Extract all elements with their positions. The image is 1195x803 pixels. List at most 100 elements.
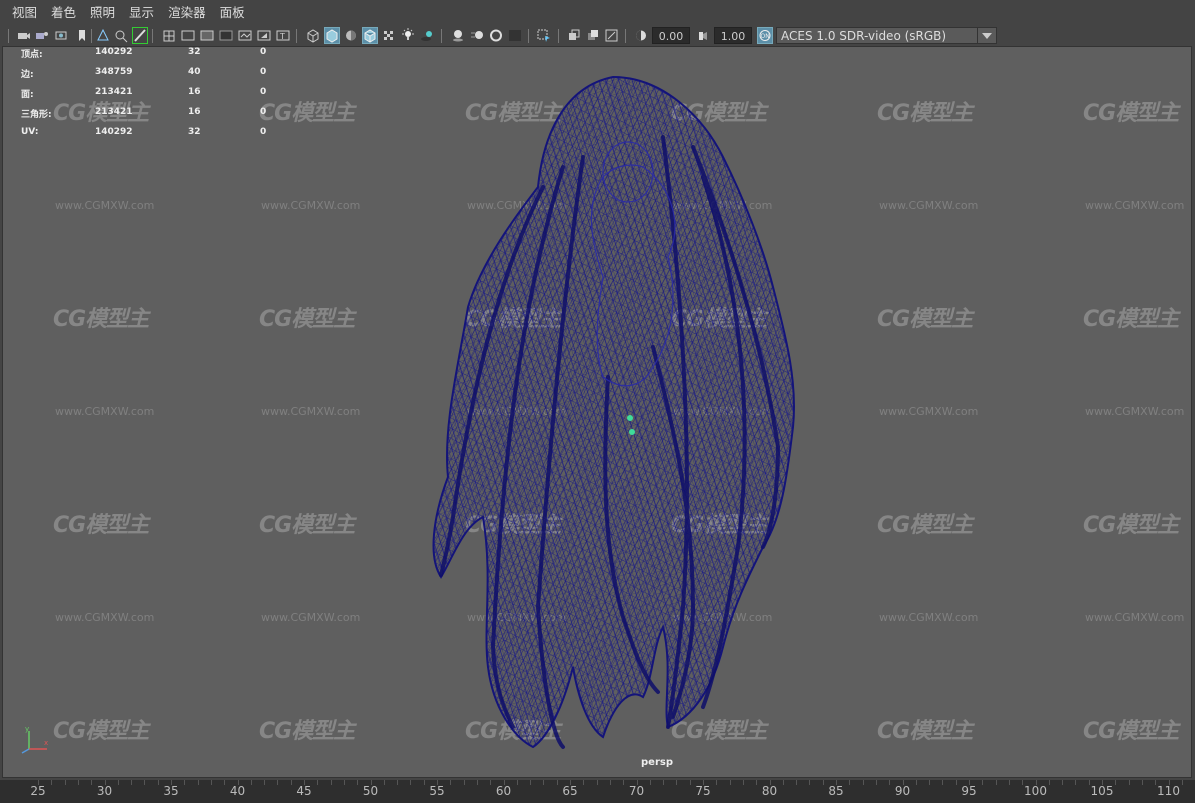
smooth-shade-all-icon[interactable] — [324, 27, 340, 44]
hud-value: 16 — [188, 87, 201, 97]
hud-value: 32 — [188, 47, 201, 57]
default-material-icon[interactable] — [344, 28, 358, 43]
time-tick-mark — [689, 780, 691, 785]
xray-active-components-icon[interactable] — [605, 28, 619, 43]
hud-value: 213421 — [95, 87, 133, 97]
camera-attributes-icon[interactable] — [35, 28, 49, 43]
depth-of-field-icon[interactable] — [508, 28, 522, 43]
resolution-gate-icon[interactable] — [200, 28, 214, 43]
time-tick-label: 95 — [961, 784, 977, 798]
time-tick-mark — [756, 780, 758, 785]
shadows-icon[interactable] — [420, 28, 434, 43]
time-tick-mark — [397, 780, 399, 785]
film-gate-icon[interactable] — [181, 28, 195, 43]
screen-space-ao-icon[interactable] — [451, 28, 465, 43]
chevron-down-icon — [977, 28, 996, 43]
color-management-icon[interactable]: ON — [757, 27, 773, 44]
time-tick-mark — [423, 780, 425, 785]
time-tick-mark — [1075, 780, 1077, 785]
safe-title-icon[interactable]: T — [276, 28, 290, 43]
time-tick-mark — [796, 780, 798, 785]
time-tick-mark — [703, 780, 704, 785]
viewport-menubar: 视图 着色 照明 显示 渲染器 面板 — [0, 0, 1195, 26]
time-tick-mark — [1062, 780, 1064, 785]
time-tick-mark — [343, 780, 345, 785]
separator — [558, 29, 559, 43]
hud-value: 0 — [260, 47, 267, 57]
time-tick-mark — [1048, 780, 1050, 785]
time-tick-mark — [383, 780, 385, 785]
hud-value: 16 — [188, 107, 201, 117]
exposure-icon[interactable] — [634, 28, 648, 43]
time-tick-mark — [51, 780, 53, 785]
time-tick-mark — [556, 780, 558, 785]
hud-value: 140292 — [95, 47, 133, 57]
hud-value: 0 — [260, 127, 267, 137]
gamma-icon[interactable] — [696, 28, 710, 43]
wireframe-on-shaded-icon[interactable] — [362, 27, 378, 44]
time-tick-label: 55 — [429, 784, 445, 798]
exposure-field[interactable]: 0.00 — [652, 27, 690, 44]
time-tick-mark — [450, 780, 452, 785]
menu-renderer[interactable]: 渲染器 — [161, 0, 213, 26]
menu-show[interactable]: 显示 — [122, 0, 161, 26]
perspective-viewport[interactable]: CG模型主 www.CGMXW.com CG模型主 www.CGMXW.com CG模型… — [2, 46, 1192, 778]
pivot-manipulator — [627, 415, 633, 421]
svg-text:T: T — [279, 32, 285, 41]
bookmark-icon[interactable] — [75, 28, 89, 43]
time-tick-mark — [463, 780, 465, 785]
menu-lighting[interactable]: 照明 — [83, 0, 122, 26]
hud-value: 0 — [260, 107, 267, 117]
time-tick-label: 40 — [229, 784, 246, 798]
use-all-lights-icon[interactable] — [401, 28, 415, 43]
time-tick-mark — [77, 780, 79, 785]
field-chart-icon[interactable] — [238, 28, 252, 43]
time-tick-mark — [1155, 780, 1157, 785]
time-tick-mark — [530, 780, 532, 785]
time-tick-mark — [64, 780, 66, 785]
axis-gizmo-icon: x y — [21, 725, 48, 754]
time-tick-label: 35 — [163, 784, 179, 798]
gamma-field[interactable]: 1.00 — [714, 27, 752, 44]
multisample-aa-icon[interactable] — [489, 28, 503, 43]
time-tick-mark — [250, 780, 252, 785]
xray-joints-icon[interactable] — [586, 28, 600, 43]
image-plane-icon[interactable] — [96, 28, 110, 43]
time-tick-label: 110 — [1157, 784, 1180, 798]
time-tick-mark — [1168, 780, 1170, 785]
time-tick-mark — [264, 780, 266, 785]
hud-value: 40 — [188, 67, 201, 77]
motion-blur-icon[interactable] — [470, 28, 484, 43]
gate-mask-icon[interactable] — [219, 28, 233, 43]
separator — [8, 29, 9, 43]
camera-name-label: persp — [641, 757, 673, 768]
textured-icon[interactable] — [382, 28, 396, 43]
time-slider[interactable]: 25 30 35 40 45 50 55 60 65 70 75 80 85 90 95 100 105 110 — [0, 780, 1195, 803]
time-tick-mark — [782, 780, 784, 785]
isolate-select-icon[interactable] — [537, 28, 551, 43]
safe-action-icon[interactable] — [257, 28, 271, 43]
time-tick-mark — [476, 780, 478, 785]
xray-icon[interactable] — [567, 28, 581, 43]
wireframe-icon[interactable] — [306, 28, 320, 43]
hud-label: 边: — [21, 70, 34, 80]
time-tick-mark — [131, 780, 133, 785]
time-tick-mark — [210, 780, 212, 785]
time-tick-mark — [357, 780, 359, 785]
hud-value: 213421 — [95, 107, 133, 117]
2d-pan-zoom-icon[interactable] — [114, 28, 128, 43]
menu-panels[interactable]: 面板 — [213, 0, 252, 26]
menu-shading[interactable]: 着色 — [44, 0, 83, 26]
hud-value: 0 — [260, 87, 267, 97]
time-tick-mark — [1035, 780, 1037, 785]
bookmarks-icon[interactable] — [54, 28, 68, 43]
time-tick-mark — [277, 780, 279, 785]
grid-icon[interactable] — [162, 28, 176, 43]
time-tick-label: 50 — [362, 784, 379, 798]
grease-pencil-icon[interactable] — [132, 27, 148, 44]
hud-label: UV: — [21, 127, 39, 137]
separator — [528, 29, 529, 43]
menu-view[interactable]: 视图 — [0, 0, 44, 26]
camera-select-icon[interactable] — [17, 28, 31, 43]
view-transform-select[interactable]: ACES 1.0 SDR-video (sRGB) — [776, 27, 997, 44]
